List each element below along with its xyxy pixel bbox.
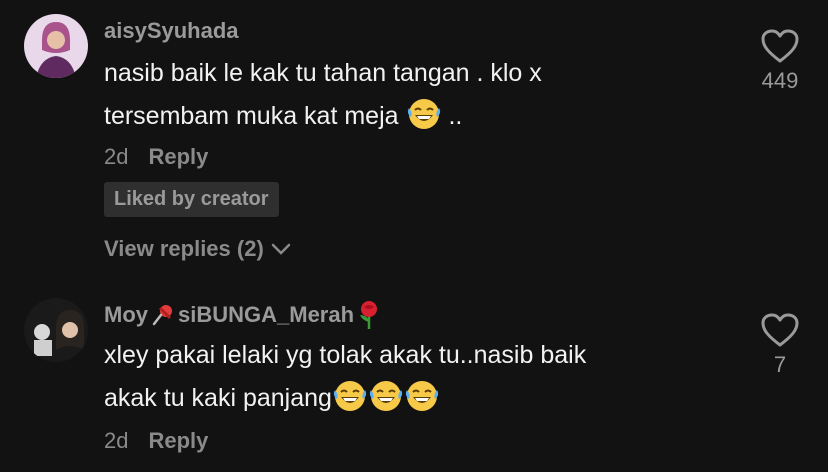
- comment-text-line: akak tu kaki panjang: [104, 377, 704, 420]
- comment-text-segment: akak tu kaki panjang: [104, 384, 332, 412]
- like-button[interactable]: 7: [752, 312, 808, 378]
- timestamp: 2d: [104, 428, 129, 453]
- view-replies-button[interactable]: View replies (2): [104, 236, 292, 262]
- timestamp: 2d: [104, 144, 129, 169]
- username-text[interactable]: Moy: [104, 302, 148, 328]
- comment-text-line: xley pakai lelaki yg tolak akak tu..nasi…: [104, 341, 587, 369]
- reply-button[interactable]: Reply: [148, 428, 208, 454]
- face-with-tears-of-joy-icon: [368, 378, 404, 414]
- reply-button[interactable]: Reply: [148, 144, 208, 170]
- face-with-tears-of-joy-icon: [404, 378, 440, 414]
- comment-meta: 2d Reply: [104, 428, 208, 454]
- comment-text-segment: tersembam muka kat meja: [104, 102, 406, 130]
- comment-text-line: nasib baik le kak tu tahan tangan . klo …: [104, 59, 542, 87]
- comment-item: aisySyuhada nasib baik le kak tu tahan t…: [0, 0, 828, 290]
- username-text[interactable]: aisySyuhada: [104, 18, 239, 44]
- heart-icon[interactable]: [760, 28, 800, 64]
- view-replies-label[interactable]: View replies (2): [104, 236, 264, 262]
- face-with-tears-of-joy-icon: [406, 96, 442, 132]
- like-button[interactable]: 449: [752, 28, 808, 94]
- avatar[interactable]: [24, 14, 88, 78]
- comment-text-line: tersembam muka kat meja ..: [104, 95, 704, 138]
- pushpin-icon: [152, 305, 172, 326]
- username-text[interactable]: siBUNGA_Merah: [178, 302, 354, 328]
- like-count: 449: [761, 68, 799, 93]
- heart-icon[interactable]: [760, 312, 800, 348]
- comment-text-segment: ..: [448, 102, 463, 130]
- username[interactable]: aisySyuhada: [104, 18, 239, 44]
- avatar[interactable]: [24, 298, 88, 362]
- comment-meta: 2d Reply: [104, 144, 208, 170]
- username[interactable]: Moy siBUNGA_Merah: [104, 300, 382, 330]
- chevron-down-icon[interactable]: [270, 242, 292, 256]
- like-count: 7: [773, 352, 787, 377]
- comment-text: xley pakai lelaki yg tolak akak tu..nasi…: [104, 334, 704, 420]
- face-with-tears-of-joy-icon: [332, 378, 368, 414]
- comment-item: Moy siBUNGA_Merah xley pakai lelaki yg t…: [0, 290, 828, 472]
- rose-icon: [360, 301, 378, 329]
- liked-by-creator-badge: Liked by creator: [104, 182, 279, 217]
- comment-text: nasib baik le kak tu tahan tangan . klo …: [104, 52, 704, 138]
